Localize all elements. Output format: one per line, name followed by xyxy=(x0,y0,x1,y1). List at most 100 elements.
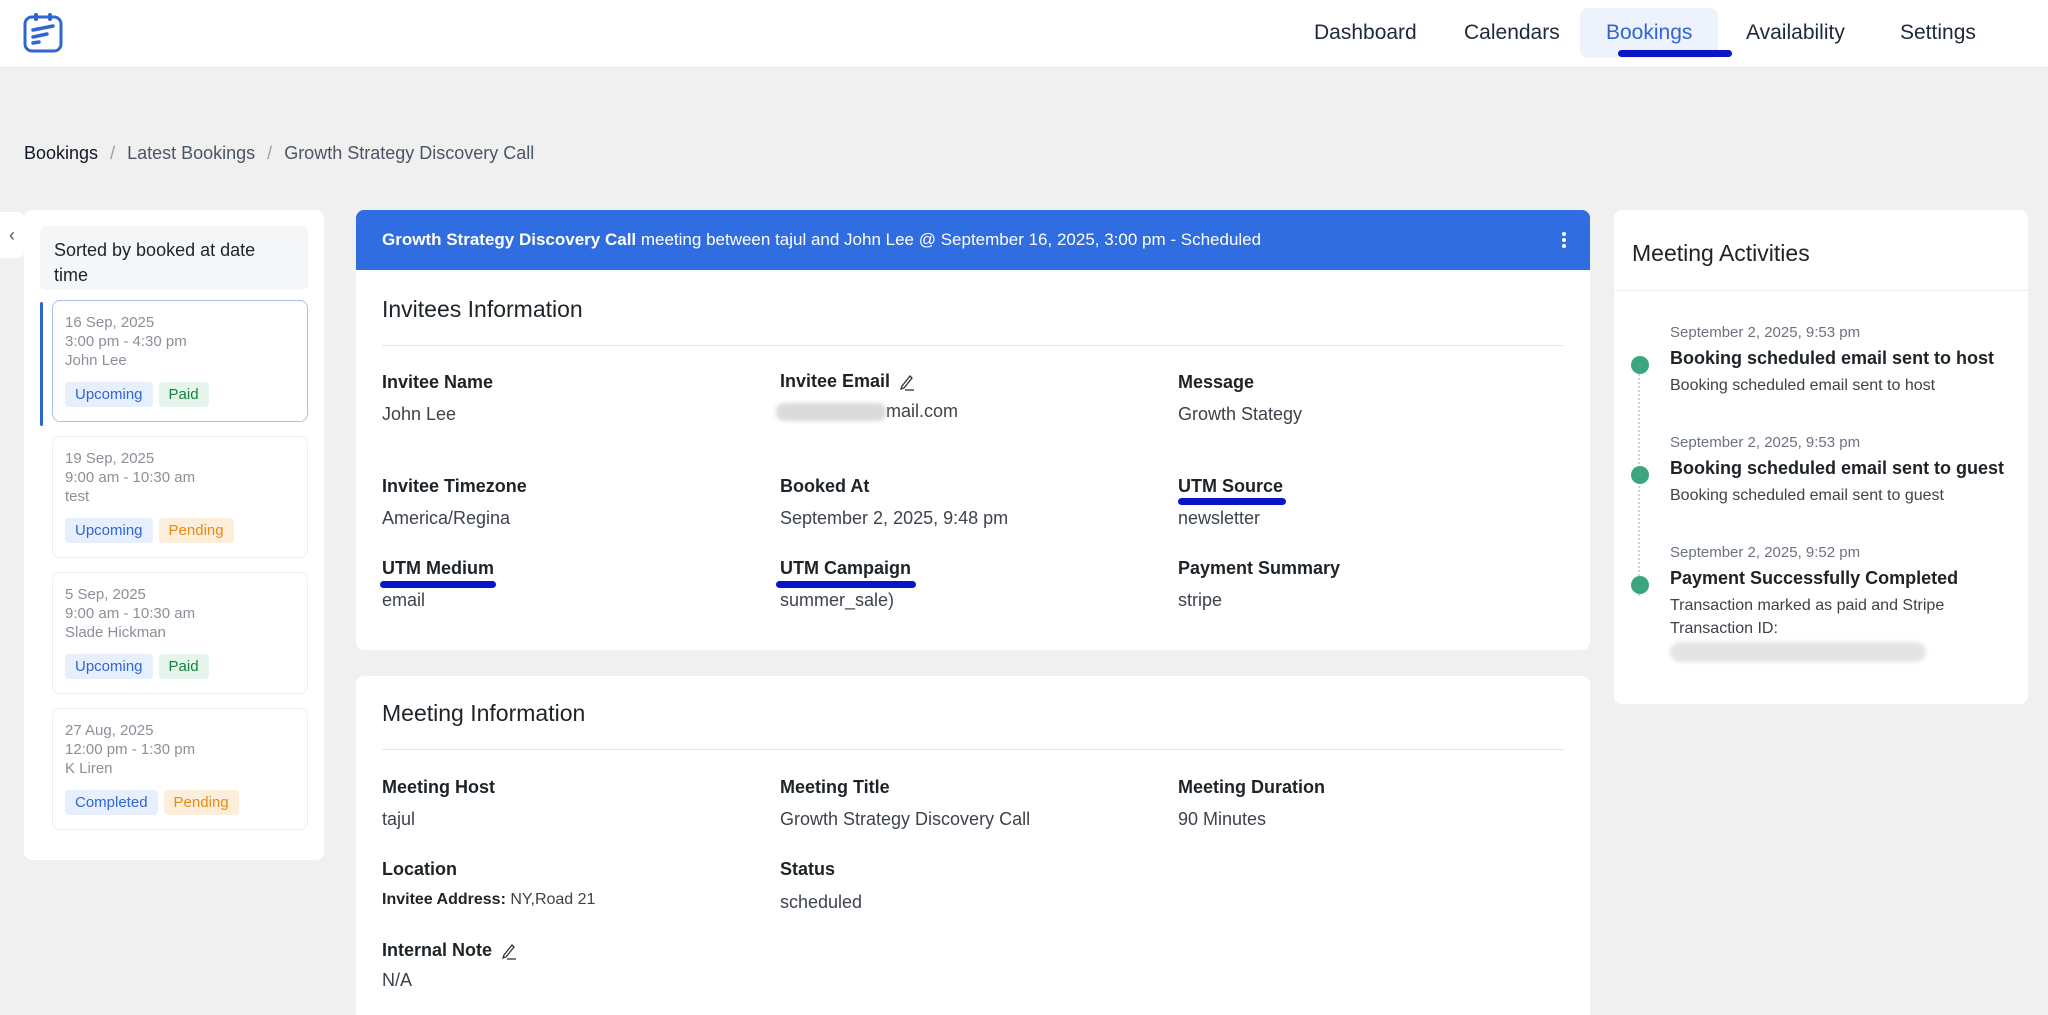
invitee-email-value: mail.com xyxy=(776,401,958,422)
sort-label[interactable]: Sorted by booked at date time xyxy=(40,226,308,290)
booking-time: 12:00 pm - 1:30 pm xyxy=(65,741,196,758)
payment-summary-value: stripe xyxy=(1178,590,1223,610)
activity-title: Booking scheduled email sent to guest xyxy=(1670,458,2005,478)
booking-list-item[interactable]: 27 Aug, 2025 12:00 pm - 1:30 pm K Liren … xyxy=(52,708,308,830)
booking-time: 9:00 am - 10:30 am xyxy=(65,469,196,486)
invitee-timezone-label: Invitee Timezone xyxy=(382,476,527,496)
annotation-underline-utm-campaign xyxy=(776,581,916,588)
booked-at-label: Booked At xyxy=(780,476,870,496)
header-meeting-title: Growth Strategy Discovery Call xyxy=(382,230,637,249)
invitees-information-card: Invitees Information Invitee Name John L… xyxy=(356,270,1590,650)
booking-date: 16 Sep, 2025 xyxy=(65,314,155,331)
utm-campaign-value: summer_sale) xyxy=(780,590,895,610)
booking-date: 5 Sep, 2025 xyxy=(65,586,146,603)
location-address: NY,Road 21 xyxy=(505,891,596,908)
breadcrumb: Bookings / Latest Bookings / Growth Strategy… xyxy=(24,143,535,163)
status-badge: Upcoming xyxy=(65,382,153,407)
nav-availability[interactable]: Availability xyxy=(1720,8,1871,58)
utm-source-label: UTM Source xyxy=(1178,476,1284,496)
booking-list-item[interactable]: 19 Sep, 2025 9:00 am - 10:30 am test Upc… xyxy=(52,436,308,558)
booking-name: Slade Hickman xyxy=(65,624,166,641)
check-circle-icon xyxy=(1631,576,1649,594)
meeting-title-label: Meeting Title xyxy=(780,777,890,797)
section-divider xyxy=(382,345,1564,346)
meeting-activities-panel: Meeting Activities September 2, 2025, 9:… xyxy=(1614,210,2028,704)
invitee-name-label: Invitee Name xyxy=(382,372,494,392)
breadcrumb-current: Growth Strategy Discovery Call xyxy=(284,143,535,163)
annotation-underline-utm-source xyxy=(1178,498,1286,505)
bookings-list-panel: Sorted by booked at date time 16 Sep, 20… xyxy=(24,210,324,860)
booking-date: 19 Sep, 2025 xyxy=(65,450,155,467)
meeting-information-card: Meeting Information Meeting Host tajul M… xyxy=(356,676,1590,1015)
nav-settings[interactable]: Settings xyxy=(1874,8,2002,58)
activity-desc: Booking scheduled email sent to guest xyxy=(1670,487,1944,504)
section-divider xyxy=(382,749,1564,750)
payment-badge: Pending xyxy=(158,518,234,543)
booked-at-value: September 2, 2025, 9:48 pm xyxy=(780,508,1009,528)
active-item-indicator xyxy=(40,302,43,426)
invitees-section-title: Invitees Information xyxy=(382,296,583,322)
booking-time: 9:00 am - 10:30 am xyxy=(65,605,196,622)
chevron-left-icon[interactable]: ‹ xyxy=(0,212,24,258)
meeting-title-value: Growth Strategy Discovery Call xyxy=(780,809,1031,829)
status-badge: Completed xyxy=(65,790,158,815)
meeting-duration-label: Meeting Duration xyxy=(1178,777,1325,797)
activity-desc: Booking scheduled email sent to host xyxy=(1670,377,1936,394)
internal-note-label-text: Internal Note xyxy=(382,940,493,960)
location-value: Invitee Address: NY,Road 21 xyxy=(382,891,595,909)
booking-date: 27 Aug, 2025 xyxy=(65,722,154,739)
booking-name: test xyxy=(65,488,90,505)
redacted-email-blur xyxy=(776,403,886,422)
payment-summary-label: Payment Summary xyxy=(1178,558,1341,578)
nav-dashboard[interactable]: Dashboard xyxy=(1288,8,1443,58)
internal-note-value: N/A xyxy=(382,970,413,990)
pencil-edit-icon[interactable] xyxy=(899,373,915,391)
invitee-email-domain: mail.com xyxy=(886,401,959,421)
status-badge: Upcoming xyxy=(65,518,153,543)
booking-list-item[interactable]: 5 Sep, 2025 9:00 am - 10:30 am Slade Hic… xyxy=(52,572,308,694)
message-value: Growth Stategy xyxy=(1178,404,1303,424)
activity-title: Payment Successfully Completed xyxy=(1670,568,1959,588)
booking-name: K Liren xyxy=(65,760,113,777)
top-navigation-bar: Dashboard Calendars Bookings Availabilit… xyxy=(0,0,2048,68)
check-circle-icon xyxy=(1631,466,1649,484)
utm-medium-value: email xyxy=(382,590,426,610)
utm-campaign-label: UTM Campaign xyxy=(780,558,912,578)
invitee-email-label-text: Invitee Email xyxy=(780,371,891,391)
breadcrumb-bookings[interactable]: Bookings xyxy=(24,143,98,163)
annotation-underline-bookings xyxy=(1618,50,1732,57)
meeting-host-value: tajul xyxy=(382,809,416,829)
invitee-name-value: John Lee xyxy=(382,404,457,424)
status-label: Status xyxy=(780,859,836,879)
status-badge: Upcoming xyxy=(65,654,153,679)
utm-medium-label: UTM Medium xyxy=(382,558,494,578)
payment-badge: Pending xyxy=(163,790,239,815)
utm-source-value: newsletter xyxy=(1178,508,1261,528)
activities-title: Meeting Activities xyxy=(1632,240,1810,266)
activity-time: September 2, 2025, 9:53 pm xyxy=(1670,324,1861,341)
location-label: Location xyxy=(382,859,457,879)
check-circle-icon xyxy=(1631,356,1649,374)
nav-calendars[interactable]: Calendars xyxy=(1438,8,1586,58)
annotation-underline-utm-medium xyxy=(380,581,496,588)
payment-badge: Paid xyxy=(158,382,209,407)
redacted-transaction-id xyxy=(1670,642,1926,662)
location-prefix: Invitee Address: xyxy=(382,891,506,908)
status-value: scheduled xyxy=(780,892,863,912)
booking-name: John Lee xyxy=(65,352,127,369)
breadcrumb-latest-bookings[interactable]: Latest Bookings xyxy=(127,143,255,163)
activity-desc: Transaction marked as paid and Stripe Tr… xyxy=(1670,597,1945,637)
pencil-edit-icon[interactable] xyxy=(501,942,517,960)
booking-list-item[interactable]: 16 Sep, 2025 3:00 pm - 4:30 pm John Lee … xyxy=(52,300,308,422)
activity-time: September 2, 2025, 9:53 pm xyxy=(1670,434,1861,451)
app-logo-icon[interactable] xyxy=(22,12,64,54)
payment-badge: Paid xyxy=(158,654,209,679)
invitee-email-label: Invitee Email xyxy=(780,371,915,392)
kebab-menu-icon[interactable] xyxy=(1562,232,1566,248)
section-divider xyxy=(1614,290,2028,291)
meeting-section-title: Meeting Information xyxy=(382,700,586,726)
meeting-host-label: Meeting Host xyxy=(382,777,496,797)
activity-time: September 2, 2025, 9:52 pm xyxy=(1670,544,1861,561)
meeting-duration-value: 90 Minutes xyxy=(1178,809,1267,829)
booking-time: 3:00 pm - 4:30 pm xyxy=(65,333,187,350)
